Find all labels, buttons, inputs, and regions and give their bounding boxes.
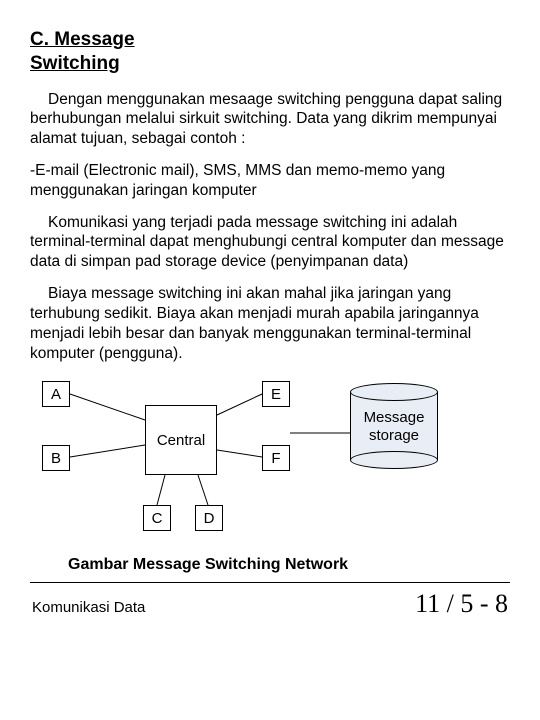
footer-page-number: 11 / 5 - 8 [415, 589, 508, 619]
cylinder-bottom [350, 451, 438, 469]
section-heading: C. Message Switching [30, 28, 510, 76]
diagram-caption: Gambar Message Switching Network [68, 556, 510, 574]
node-e: E [262, 381, 290, 407]
storage-label: Message storage [350, 409, 438, 445]
paragraph-1: Dengan menggunakan mesaage switching pen… [30, 90, 510, 149]
node-a: A [42, 381, 70, 407]
storage-cylinder: Message storage [350, 383, 438, 469]
node-b: B [42, 445, 70, 471]
heading-line-1: C. Message [30, 29, 135, 50]
node-central-label: Central [157, 432, 205, 449]
paragraph-2: -E-mail (Electronic mail), SMS, MMS dan … [30, 161, 510, 201]
node-c: C [143, 505, 171, 531]
node-e-label: E [271, 386, 281, 403]
node-d: D [195, 505, 223, 531]
node-a-label: A [51, 386, 61, 403]
node-central: Central [145, 405, 217, 475]
paragraph-3: Komunikasi yang terjadi pada message swi… [30, 213, 510, 272]
node-f: F [262, 445, 290, 471]
network-diagram: A B Central C D E F Message storage [30, 375, 510, 550]
node-c-label: C [152, 510, 163, 527]
footer-left: Komunikasi Data [32, 599, 145, 616]
node-b-label: B [51, 450, 61, 467]
page-footer: Komunikasi Data 11 / 5 - 8 [30, 589, 510, 619]
storage-label-line2: storage [369, 427, 419, 444]
paragraph-4: Biaya message switching ini akan mahal j… [30, 284, 510, 363]
node-d-label: D [204, 510, 215, 527]
heading-line-2: Switching [30, 53, 120, 74]
storage-label-line1: Message [364, 409, 425, 426]
footer-rule [30, 582, 510, 583]
node-f-label: F [271, 450, 280, 467]
